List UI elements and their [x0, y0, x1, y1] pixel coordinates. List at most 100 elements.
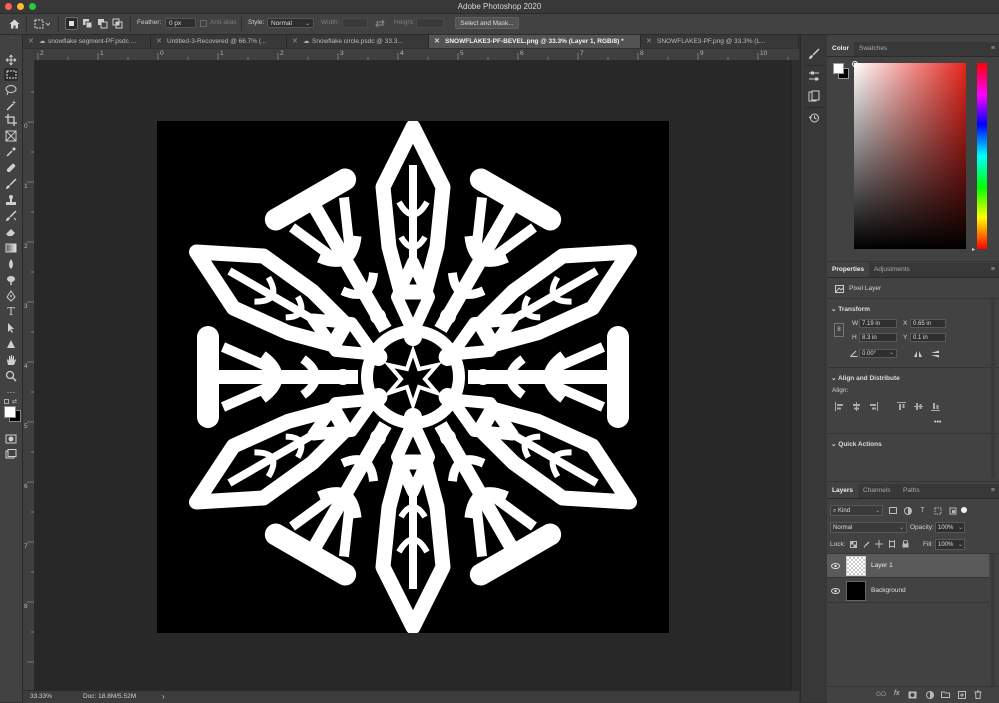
- height-input[interactable]: [416, 18, 444, 28]
- style-select[interactable]: Normal ⌄: [267, 18, 314, 28]
- swap-colors-icon[interactable]: ⇄: [12, 398, 17, 405]
- tab-untitled-3[interactable]: ✕ Untitled-3-Recovered @ 66.7% (...: [151, 35, 287, 48]
- screen-mode-icon[interactable]: [4, 447, 18, 460]
- align-center-h-icon[interactable]: [852, 402, 861, 411]
- filter-smart-object-icon[interactable]: [948, 506, 957, 515]
- healing-brush-tool-icon[interactable]: [4, 161, 18, 174]
- foreground-color-swatch[interactable]: [4, 406, 16, 418]
- fx-icon[interactable]: fx: [894, 690, 899, 697]
- tab-swatches[interactable]: Swatches: [854, 42, 892, 56]
- brush-tool-icon[interactable]: [4, 177, 18, 190]
- link-layers-icon[interactable]: GO: [876, 691, 886, 698]
- blend-mode-select[interactable]: Normal ⌄: [830, 522, 907, 533]
- marquee-preset-icon[interactable]: [33, 17, 51, 30]
- vertical-scrollbar[interactable]: [791, 61, 800, 690]
- history-brush-tool-icon[interactable]: [4, 209, 18, 222]
- color-swatches[interactable]: ⇄: [4, 398, 21, 423]
- more-options-icon[interactable]: •••: [934, 419, 941, 426]
- filter-pixel-icon[interactable]: [888, 506, 897, 515]
- align-center-v-icon[interactable]: [914, 402, 923, 411]
- eye-icon[interactable]: [831, 587, 840, 595]
- delete-layer-icon[interactable]: [973, 690, 982, 699]
- y-field[interactable]: 0.1 in: [910, 333, 946, 342]
- align-right-icon[interactable]: [869, 402, 878, 411]
- filter-toggle[interactable]: [961, 507, 967, 513]
- layer-name[interactable]: Layer 1: [871, 562, 893, 569]
- tab-snowflake-segment[interactable]: ✕ ☁ snowflake segment-PF.psdc ...: [23, 35, 151, 48]
- hue-slider-handle[interactable]: ▸: [972, 246, 975, 253]
- libraries-icon[interactable]: [807, 89, 821, 103]
- layer-name[interactable]: Background: [871, 587, 906, 594]
- filter-shape-icon[interactable]: [933, 506, 942, 515]
- close-tab-icon[interactable]: ✕: [156, 35, 162, 48]
- gradient-tool-icon[interactable]: [4, 241, 18, 254]
- antialias-checkbox[interactable]: [200, 20, 207, 27]
- tab-snowflake3-bevel[interactable]: ✕ SNOWFLAKE3-PF-BEVEL.png @ 33.3% (Layer …: [429, 35, 641, 48]
- lock-position-icon[interactable]: [875, 540, 883, 548]
- color-chips[interactable]: [833, 63, 849, 79]
- filter-adjustment-icon[interactable]: [903, 506, 912, 515]
- layer-filter-select[interactable]: ⌕ Kind ⌄: [830, 505, 883, 516]
- flip-vertical-icon[interactable]: [930, 349, 940, 358]
- add-selection-icon[interactable]: [81, 17, 94, 30]
- dodge-tool-icon[interactable]: [4, 273, 18, 286]
- width-input[interactable]: [342, 18, 368, 28]
- tab-layers[interactable]: Layers: [827, 484, 858, 498]
- home-icon[interactable]: [8, 17, 21, 30]
- eye-icon[interactable]: [831, 562, 840, 570]
- tab-color[interactable]: Color: [827, 42, 854, 56]
- crop-tool-icon[interactable]: [4, 113, 18, 126]
- tab-snowflake-circle[interactable]: ✕ ☁ Snowflake circle.psdc @ 33.3...: [287, 35, 429, 48]
- angle-field[interactable]: 0.00° ⌄: [859, 349, 897, 358]
- quick-actions-section[interactable]: ⌄ Quick Actions: [831, 440, 882, 448]
- lock-transparent-icon[interactable]: [849, 540, 857, 548]
- height-field[interactable]: 8.3 in: [859, 333, 897, 342]
- filter-type-icon[interactable]: T: [918, 506, 927, 515]
- tab-paths[interactable]: Paths: [898, 484, 925, 498]
- blur-tool-icon[interactable]: [4, 257, 18, 270]
- close-tab-icon[interactable]: ✕: [646, 35, 652, 48]
- close-tab-icon[interactable]: ✕: [28, 35, 34, 48]
- magic-wand-tool-icon[interactable]: [4, 98, 18, 111]
- move-tool-icon[interactable]: [4, 53, 18, 66]
- brush-settings-icon[interactable]: [807, 47, 821, 61]
- x-field[interactable]: 0.65 in: [910, 319, 946, 328]
- subtract-selection-icon[interactable]: [96, 17, 109, 30]
- zoom-level[interactable]: 33.33%: [30, 693, 52, 700]
- fill-field[interactable]: 100% ⌄: [935, 539, 965, 550]
- align-distribute-section[interactable]: ⌄ Align and Distribute: [831, 374, 900, 382]
- adjustment-layer-icon[interactable]: [925, 690, 934, 699]
- tab-snowflake3-pf[interactable]: ✕ SNOWFLAKE3-PF.png @ 33.3% (L...: [641, 35, 799, 48]
- panel-menu-icon[interactable]: ≡: [991, 487, 995, 494]
- rectangular-marquee-tool-icon[interactable]: [4, 68, 18, 81]
- eraser-tool-icon[interactable]: [4, 225, 18, 238]
- tab-properties[interactable]: Properties: [827, 263, 870, 277]
- flip-horizontal-icon[interactable]: [913, 349, 923, 358]
- lasso-tool-icon[interactable]: [4, 83, 18, 96]
- panel-menu-icon[interactable]: ≡: [991, 45, 995, 52]
- type-tool-icon[interactable]: T: [4, 305, 18, 318]
- shape-tool-icon[interactable]: [4, 337, 18, 350]
- zoom-tool-icon[interactable]: [4, 369, 18, 382]
- frame-tool-icon[interactable]: [4, 129, 18, 142]
- eyedropper-tool-icon[interactable]: [4, 145, 18, 158]
- default-colors-icon[interactable]: [4, 399, 9, 404]
- swap-icon[interactable]: [374, 18, 386, 29]
- feather-input[interactable]: 0 px: [165, 18, 196, 28]
- lock-all-icon[interactable]: [901, 540, 909, 548]
- close-tab-icon[interactable]: ✕: [434, 35, 440, 48]
- color-field[interactable]: [852, 61, 966, 249]
- tab-channels[interactable]: Channels: [858, 484, 895, 498]
- width-field[interactable]: 7.19 in: [859, 319, 897, 328]
- select-and-mask-button[interactable]: Select and Mask...: [455, 17, 519, 29]
- clone-stamp-tool-icon[interactable]: [4, 193, 18, 206]
- add-mask-icon[interactable]: [908, 690, 917, 699]
- align-top-icon[interactable]: [897, 402, 906, 411]
- quick-mask-icon[interactable]: [4, 432, 18, 445]
- align-left-icon[interactable]: [835, 402, 844, 411]
- layer-row-layer-1[interactable]: Layer 1: [827, 554, 989, 578]
- document-canvas[interactable]: [157, 121, 669, 633]
- new-layer-icon[interactable]: [957, 690, 966, 699]
- panel-menu-icon[interactable]: ≡: [991, 266, 995, 273]
- lock-artboard-icon[interactable]: [888, 540, 896, 548]
